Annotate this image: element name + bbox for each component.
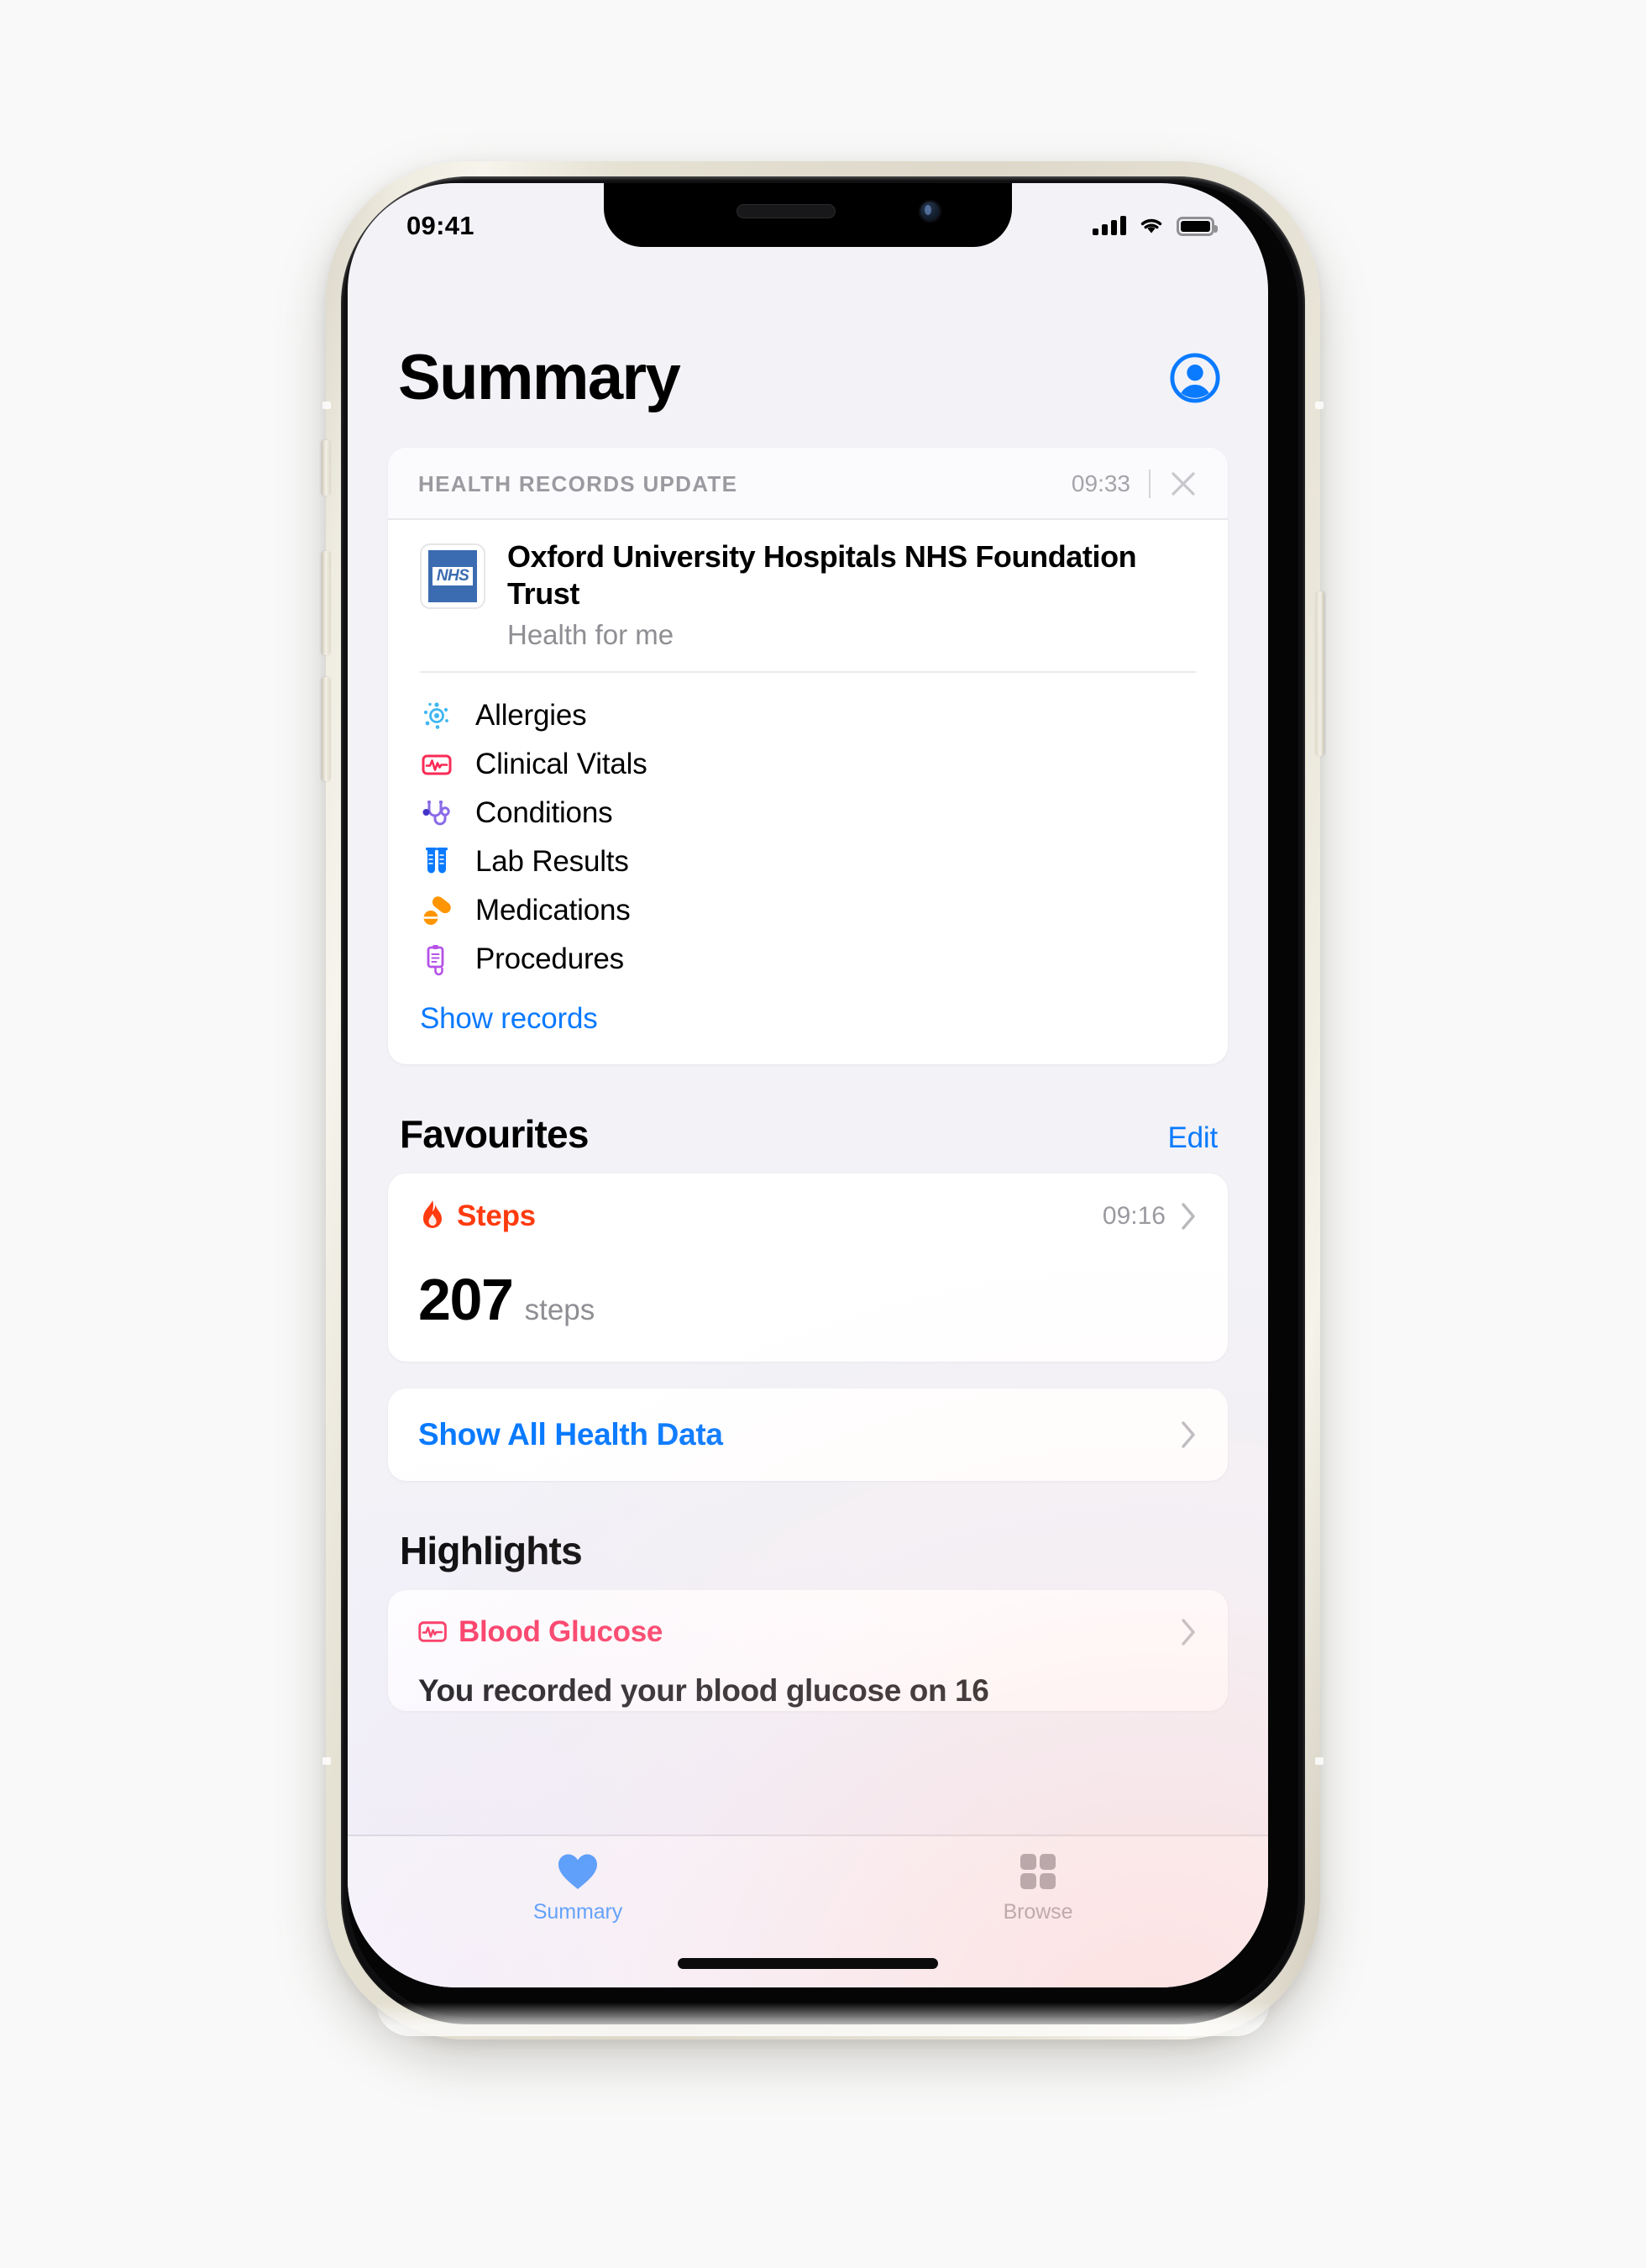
allergies-icon (420, 699, 453, 732)
front-camera-icon (919, 200, 941, 223)
power-button[interactable] (1315, 591, 1324, 756)
nhs-logo-text: NHS (436, 567, 469, 585)
display-notch (604, 183, 1012, 247)
steps-value: 207 (418, 1266, 514, 1332)
steps-timestamp: 09:16 (1102, 1201, 1166, 1230)
health-records-card-body: NHS Oxford University Hospitals NHS Foun… (388, 520, 1228, 1064)
flame-icon (423, 1200, 442, 1228)
list-item[interactable]: Lab Results (420, 837, 1196, 886)
list-item-label: Medications (475, 893, 631, 927)
navigation-header: Summary (348, 255, 1268, 438)
clinical-vitals-icon (420, 748, 453, 781)
screenshot-stage: 09:41 Summary HEALTH RECORDS UPDATE 09:3… (0, 0, 1646, 2268)
edit-favourites-button[interactable]: Edit (1167, 1121, 1218, 1155)
health-app-content: Summary HEALTH RECORDS UPDATE 09:33 NHS … (348, 183, 1268, 1987)
list-item-label: Clinical Vitals (475, 747, 647, 780)
list-item-label: Lab Results (475, 844, 629, 878)
tab-browse-label: Browse (1003, 1900, 1073, 1924)
cellular-signal-icon (1093, 216, 1126, 235)
steps-unit: steps (524, 1293, 595, 1326)
grid-icon (1018, 1850, 1058, 1893)
list-item[interactable]: Allergies (420, 691, 1196, 740)
medications-icon (420, 894, 453, 927)
chevron-right-icon (1182, 1421, 1195, 1448)
divider (1149, 470, 1151, 498)
health-records-list: Allergies Clinical Vitals Conditions Lab… (420, 673, 1196, 989)
procedures-icon (420, 942, 453, 976)
steps-favourite-card[interactable]: Steps 09:16 207 steps (388, 1173, 1228, 1362)
list-item[interactable]: Medications (420, 886, 1196, 935)
tab-summary-label: Summary (532, 1900, 623, 1924)
battery-icon (1177, 216, 1218, 236)
heart-icon (557, 1850, 599, 1893)
blood-glucose-label: Blood Glucose (459, 1614, 663, 1648)
list-item-label: Conditions (475, 795, 613, 829)
health-records-card-header: HEALTH RECORDS UPDATE 09:33 (388, 448, 1228, 518)
highlights-section-header: Highlights (388, 1481, 1228, 1590)
status-bar-indicators (1093, 216, 1218, 236)
wifi-icon (1140, 218, 1162, 234)
show-all-health-data-row[interactable]: Show All Health Data (388, 1388, 1228, 1481)
chevron-right-icon (1182, 1203, 1195, 1230)
organisation-row: NHS Oxford University Hospitals NHS Foun… (420, 538, 1196, 671)
silence-switch-button[interactable] (322, 440, 331, 496)
clinical-vitals-icon (418, 1621, 447, 1642)
organisation-name: Oxford University Hospitals NHS Foundati… (507, 539, 1137, 611)
home-indicator[interactable] (678, 1958, 938, 1969)
nhs-logo: NHS (420, 543, 485, 609)
lab-results-icon (420, 845, 453, 879)
health-records-update-card[interactable]: HEALTH RECORDS UPDATE 09:33 NHS Oxford U… (388, 448, 1228, 1064)
antenna-seam (322, 1757, 331, 1765)
antenna-seam (1315, 402, 1324, 409)
status-bar-time: 09:41 (406, 211, 474, 240)
earpiece-speaker-icon (737, 204, 836, 218)
profile-avatar-icon[interactable] (1169, 352, 1221, 404)
iphone-device-frame: 09:41 Summary HEALTH RECORDS UPDATE 09:3… (322, 161, 1324, 2040)
show-records-link[interactable]: Show records (420, 989, 1196, 1064)
page-title: Summary (398, 342, 681, 413)
list-item[interactable]: Conditions (420, 789, 1196, 837)
phone-screen: 09:41 Summary HEALTH RECORDS UPDATE 09:3… (348, 183, 1268, 1987)
volume-up-button[interactable] (322, 551, 331, 655)
antenna-seam (322, 402, 331, 409)
favourites-section-header: Favourites Edit (388, 1064, 1228, 1173)
show-all-health-data-label: Show All Health Data (418, 1416, 723, 1452)
blood-glucose-highlight-card[interactable]: Blood Glucose You recorded your blood gl… (388, 1589, 1228, 1711)
list-item[interactable]: Procedures (420, 935, 1196, 984)
organisation-subtitle: Health for me (507, 618, 674, 650)
highlights-title: Highlights (400, 1528, 583, 1572)
conditions-icon (420, 796, 453, 830)
list-item-label: Procedures (475, 942, 624, 975)
antenna-seam (1315, 1757, 1324, 1765)
blood-glucose-description: You recorded your blood glucose on 16 (418, 1672, 989, 1708)
favourites-title: Favourites (400, 1111, 589, 1156)
health-records-section-label: HEALTH RECORDS UPDATE (418, 470, 738, 496)
chevron-right-icon (1182, 1619, 1195, 1646)
steps-label: Steps (457, 1199, 536, 1232)
close-x-icon[interactable] (1169, 470, 1198, 498)
list-item-label: Allergies (475, 698, 587, 732)
volume-down-button[interactable] (322, 677, 331, 781)
scroll-content[interactable]: HEALTH RECORDS UPDATE 09:33 NHS Oxford U… (348, 448, 1268, 1711)
list-item[interactable]: Clinical Vitals (420, 740, 1196, 789)
health-records-timestamp: 09:33 (1071, 470, 1130, 496)
